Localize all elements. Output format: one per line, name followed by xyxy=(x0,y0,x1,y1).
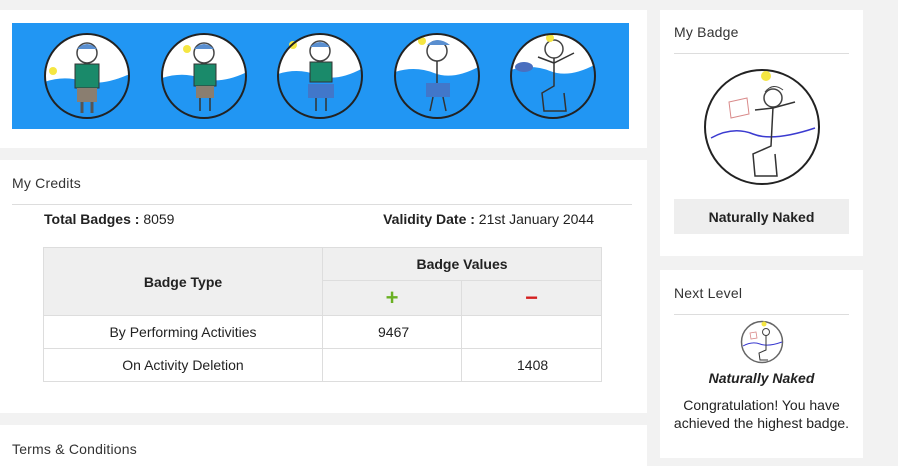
plus-header: + xyxy=(322,280,462,316)
next-level-message: Congratulation! You have achieved the hi… xyxy=(673,397,850,431)
current-badge-name: Naturally Naked xyxy=(674,199,849,234)
row-minus-value xyxy=(461,315,602,349)
next-badge-icon xyxy=(740,320,784,364)
my-badge-title: My Badge xyxy=(674,24,739,40)
my-badge-card: My Badge Naturally Naked xyxy=(660,10,863,256)
validity-date: Validity Date : 21st January 2044 xyxy=(383,211,594,227)
terms-card: Terms & Conditions xyxy=(0,425,647,466)
plus-icon: + xyxy=(385,285,399,310)
total-badges: Total Badges : 8059 xyxy=(44,211,174,227)
total-badges-label: Total Badges : xyxy=(44,211,140,227)
row-minus-value: 1408 xyxy=(461,348,602,382)
validity-date-value: 21st January 2044 xyxy=(478,211,594,227)
next-level-card: Next Level Naturally Naked Congratulatio… xyxy=(660,270,863,458)
row-type: On Activity Deletion xyxy=(43,348,323,382)
my-credits-card: My Credits Total Badges : 8059 Validity … xyxy=(0,160,647,413)
badge-levels-card xyxy=(0,10,647,148)
col-badge-type: Badge Type xyxy=(43,247,323,316)
level-2-badge-icon xyxy=(161,33,247,119)
minus-header: − xyxy=(461,280,602,316)
divider xyxy=(12,204,632,205)
divider xyxy=(674,314,849,315)
current-badge-icon xyxy=(704,69,820,185)
next-badge-name: Naturally Naked xyxy=(708,370,815,386)
badge-levels-banner xyxy=(12,23,629,129)
level-5-badge-icon xyxy=(510,33,596,119)
row-plus-value: 9467 xyxy=(322,315,462,349)
divider xyxy=(674,53,849,54)
level-4-badge-icon xyxy=(394,33,480,119)
table-row: On Activity Deletion 1408 xyxy=(43,348,602,382)
level-1-badge-icon xyxy=(44,33,130,119)
col-badge-values: Badge Values xyxy=(322,247,602,281)
row-type: By Performing Activities xyxy=(43,315,323,349)
level-3-badge-icon xyxy=(277,33,363,119)
section-title: My Credits xyxy=(12,175,81,191)
badge-values-table: Badge Type Badge Values + − By Performin… xyxy=(43,247,602,382)
next-level-title: Next Level xyxy=(674,285,743,301)
minus-icon: − xyxy=(525,285,538,310)
terms-title[interactable]: Terms & Conditions xyxy=(12,441,137,457)
total-badges-value: 8059 xyxy=(143,211,175,227)
validity-date-label: Validity Date : xyxy=(383,211,475,227)
row-plus-value xyxy=(322,348,462,382)
table-row: By Performing Activities 9467 xyxy=(43,315,602,349)
